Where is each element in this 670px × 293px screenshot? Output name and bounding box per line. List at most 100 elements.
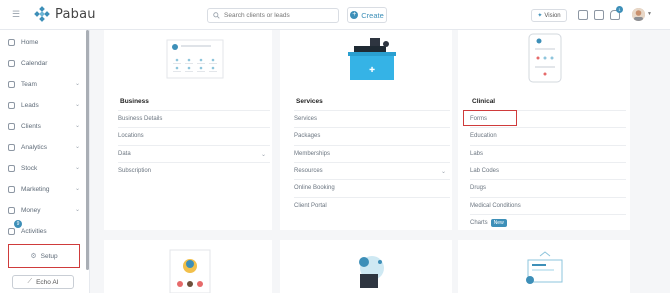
drugs-link[interactable]: Drugs (470, 179, 626, 196)
clients-icon (8, 122, 15, 130)
sidebar-item-label: Clients (21, 122, 41, 130)
row-label: Client Portal (294, 203, 327, 209)
sidebar-item-label: Leads (21, 101, 39, 109)
setup-label: Setup (40, 252, 58, 260)
bottom-illustration-2 (359, 256, 384, 288)
calendar-icon (8, 59, 15, 67)
sidebar-item-leads[interactable]: Leads ⌄ (8, 98, 82, 112)
sidebar-item-label: Stock (21, 164, 38, 172)
business-details-link[interactable]: Business Details (118, 110, 270, 127)
chevron-down-icon: ⌄ (74, 186, 80, 192)
sidebar-item-calendar[interactable]: Calendar (8, 56, 82, 70)
chevron-down-icon: ⌄ (74, 165, 80, 171)
row-label: Locations (118, 133, 144, 139)
row-label: Data (118, 151, 131, 157)
row-label: Lab Codes (470, 168, 500, 174)
charts-link[interactable]: Charts New (470, 214, 626, 231)
locations-link[interactable]: Locations (118, 127, 270, 144)
chevron-down-icon: ⌄ (74, 123, 80, 129)
search-icon (213, 12, 220, 19)
row-label: Business Details (118, 116, 163, 122)
clinical-illustration (528, 33, 562, 83)
row-label: Resources (294, 168, 323, 174)
business-section-title: Business (120, 98, 149, 105)
sidebar-item-label: Home (21, 38, 39, 46)
sidebar-item-label: Marketing (21, 185, 50, 193)
chevron-down-icon: ⌄ (74, 144, 80, 150)
row-label: Drugs (470, 185, 487, 191)
team-icon (8, 80, 15, 88)
row-label: Packages (294, 133, 321, 139)
labs-link[interactable]: Labs (470, 145, 626, 162)
sidebar-item-team[interactable]: Team ⌄ (8, 77, 82, 91)
chevron-down-icon: ⌄ (74, 102, 80, 108)
chevron-down-icon: ⌄ (74, 81, 80, 87)
sidebar-item-label: Team (21, 80, 37, 88)
forms-highlight (463, 110, 517, 126)
chevron-down-icon[interactable]: ▼ (647, 11, 652, 17)
activities-badge: 9 (14, 220, 22, 228)
echo-ai-label: Echo AI (36, 278, 59, 286)
new-badge: New (490, 219, 507, 227)
row-label: Subscription (118, 168, 152, 174)
home-icon (8, 38, 15, 46)
row-label: Charts (470, 220, 488, 226)
analytics-icon (8, 143, 15, 151)
sidebar-item-home[interactable]: Home (8, 35, 82, 49)
data-link[interactable]: Data ⌄ (118, 145, 270, 162)
leads-icon (8, 101, 15, 109)
search-box[interactable] (207, 8, 339, 23)
sparkle-icon: ⟋ (27, 278, 33, 285)
resources-link[interactable]: Resources ⌄ (294, 162, 450, 179)
sparkle-icon: ✦ (537, 13, 543, 19)
client-portal-link[interactable]: Client Portal (294, 197, 450, 214)
services-link[interactable]: Services (294, 110, 450, 127)
services-section-title: Services (296, 98, 323, 105)
sidebar-scrollbar[interactable] (86, 30, 89, 270)
clipboard-icon[interactable] (594, 10, 604, 20)
education-link[interactable]: Education (470, 127, 626, 144)
user-avatar[interactable] (632, 8, 645, 21)
sidebar-item-money[interactable]: Money ⌄ (8, 203, 82, 217)
memberships-link[interactable]: Memberships (294, 145, 450, 162)
services-illustration: ✚ (348, 38, 396, 80)
money-icon (8, 206, 15, 214)
echo-ai-button[interactable]: ⟋ Echo AI (12, 275, 74, 289)
menu-toggle-icon[interactable]: ☰ (12, 9, 20, 20)
sidebar-item-stock[interactable]: Stock ⌄ (8, 161, 82, 175)
svg-text:✚: ✚ (369, 66, 375, 74)
sidebar-item-clients[interactable]: Clients ⌄ (8, 119, 82, 133)
create-button[interactable]: + Create (347, 7, 387, 23)
activities-icon (8, 227, 15, 235)
online-booking-link[interactable]: Online Booking (294, 179, 450, 196)
vision-button[interactable]: ✦ Vision (531, 9, 567, 22)
search-input[interactable] (224, 12, 334, 19)
row-label: Medical Conditions (470, 203, 521, 209)
subscription-link[interactable]: Subscription (118, 162, 270, 179)
sidebar-item-analytics[interactable]: Analytics ⌄ (8, 140, 82, 154)
medical-conditions-link[interactable]: Medical Conditions (470, 197, 626, 214)
logo[interactable]: Pabau (34, 6, 96, 22)
avatar-image-icon (632, 8, 645, 21)
setup-button[interactable]: ⚙ Setup (8, 244, 80, 268)
calendar-icon[interactable] (578, 10, 588, 20)
row-label: Education (470, 133, 497, 139)
sidebar-item-label: Calendar (21, 59, 48, 67)
pabau-logo-icon (34, 6, 50, 22)
chevron-down-icon: ⌄ (74, 207, 80, 213)
sidebar-item-label: Analytics (21, 143, 48, 151)
marketing-icon (8, 185, 15, 193)
bottom-illustration-1 (169, 249, 211, 293)
sidebar-item-marketing[interactable]: Marketing ⌄ (8, 182, 82, 196)
business-illustration (166, 39, 224, 79)
vision-label: Vision (544, 12, 561, 19)
gear-icon: ⚙ (30, 253, 37, 260)
notification-badge: 1 (616, 6, 623, 13)
packages-link[interactable]: Packages (294, 127, 450, 144)
lab-codes-link[interactable]: Lab Codes (470, 162, 626, 179)
plus-icon: + (350, 11, 359, 19)
chevron-down-icon: ⌄ (260, 151, 266, 158)
sidebar-item-label: Activities (21, 227, 47, 235)
row-label: Labs (470, 151, 484, 157)
row-label: Memberships (294, 151, 331, 157)
